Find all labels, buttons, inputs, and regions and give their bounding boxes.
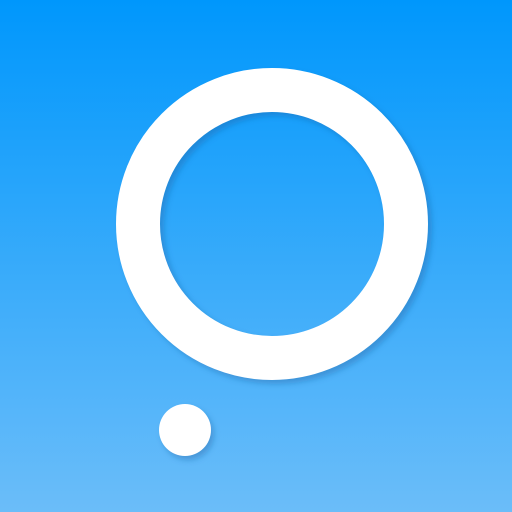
- ring-and-dot-logo-icon: [0, 0, 512, 512]
- app-icon: [0, 0, 512, 512]
- dot: [159, 404, 211, 456]
